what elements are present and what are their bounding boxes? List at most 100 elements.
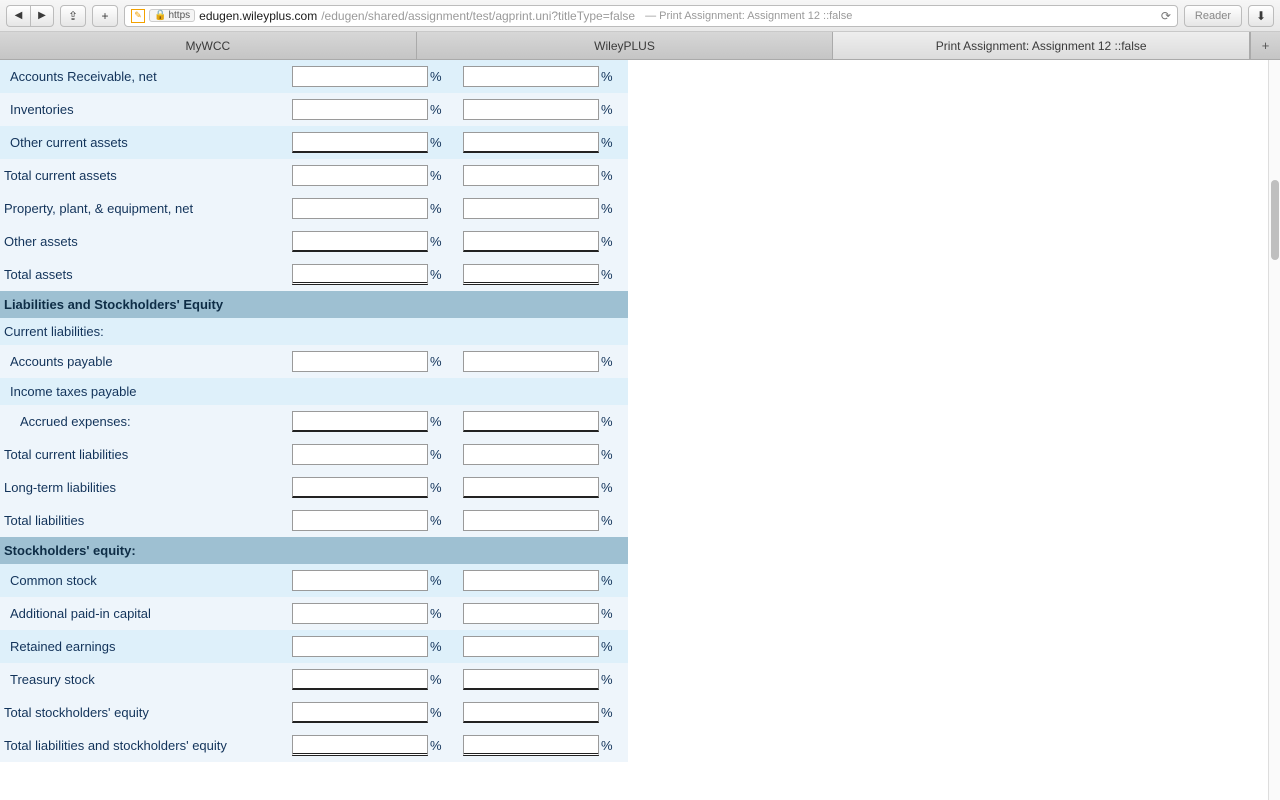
percent-input[interactable] [292,444,428,465]
section-header-equity: Stockholders' equity: [0,537,628,564]
percent-input[interactable] [292,165,428,186]
favicon: ✎ [131,9,145,23]
add-bookmark-button[interactable]: + [92,5,118,27]
percent-input[interactable] [463,669,599,690]
percent-input[interactable] [292,99,428,120]
percent-sign: % [601,69,613,84]
percent-input[interactable] [292,132,428,153]
percent-sign: % [601,102,613,117]
percent-input[interactable] [292,636,428,657]
table-row: Accounts Receivable, net % % [0,60,628,93]
percent-input[interactable] [463,198,599,219]
page-viewport: Accounts Receivable, net % % Inventories… [0,60,1280,800]
back-button[interactable]: ◀ [6,5,30,27]
percent-input[interactable] [463,66,599,87]
percent-input[interactable] [463,351,599,372]
percent-input[interactable] [292,351,428,372]
percent-input[interactable] [292,411,428,432]
table-row: Accounts payable % % [0,345,628,378]
percent-input[interactable] [463,570,599,591]
tab-label: MyWCC [186,39,231,53]
percent-sign: % [430,234,442,249]
row-label: Other assets [0,225,286,258]
percent-sign: % [601,606,613,621]
percent-input[interactable] [463,411,599,432]
new-tab-button[interactable]: + [1250,32,1280,59]
balance-sheet-table: Accounts Receivable, net % % Inventories… [0,60,628,800]
percent-input[interactable] [463,165,599,186]
row-label: Retained earnings [0,630,286,663]
percent-input[interactable] [463,702,599,723]
download-icon: ⬇ [1256,9,1266,23]
scrollbar[interactable] [1268,60,1280,800]
plus-icon: + [1262,38,1270,53]
row-label: Accrued expenses: [0,405,286,438]
subheader-current-liabilities: Current liabilities: [0,318,628,345]
table-row: Long-term liabilities % % [0,471,628,504]
percent-sign: % [430,69,442,84]
percent-input[interactable] [463,99,599,120]
percent-sign: % [430,201,442,216]
percent-input[interactable] [463,636,599,657]
percent-input[interactable] [292,198,428,219]
percent-input[interactable] [463,444,599,465]
percent-sign: % [601,738,613,753]
percent-input[interactable] [463,132,599,153]
percent-sign: % [430,354,442,369]
https-label: https [168,10,190,21]
table-row: Inventories % % [0,93,628,126]
chevron-right-icon: ▶ [38,10,46,21]
tab-label: WileyPLUS [594,39,655,53]
forward-button[interactable]: ▶ [30,5,54,27]
percent-input[interactable] [463,735,599,756]
percent-sign: % [430,738,442,753]
section-header-liabilities: Liabilities and Stockholders' Equity [0,291,628,318]
percent-input[interactable] [292,231,428,252]
table-row: Treasury stock % % [0,663,628,696]
percent-sign: % [601,354,613,369]
address-bar[interactable]: ✎ 🔒 https edugen.wileyplus.com /edugen/s… [124,5,1178,27]
percent-sign: % [430,606,442,621]
percent-input[interactable] [292,735,428,756]
percent-sign: % [430,414,442,429]
percent-input[interactable] [463,510,599,531]
reader-button[interactable]: Reader [1184,5,1242,27]
table-row: Total current assets % % [0,159,628,192]
percent-sign: % [601,135,613,150]
percent-sign: % [430,705,442,720]
percent-sign: % [430,480,442,495]
percent-input[interactable] [292,477,428,498]
row-label: Accounts payable [0,345,286,378]
tab-wileyplus[interactable]: WileyPLUS [417,32,834,59]
tab-print-assignment[interactable]: Print Assignment: Assignment 12 ::false [833,32,1250,59]
percent-input[interactable] [463,603,599,624]
percent-sign: % [601,267,613,282]
row-label: Long-term liabilities [0,471,286,504]
percent-input[interactable] [292,510,428,531]
row-label: Additional paid-in capital [0,597,286,630]
nav-buttons: ◀ ▶ [6,5,54,27]
reload-button[interactable]: ⟳ [1161,9,1171,23]
percent-input[interactable] [292,570,428,591]
lock-icon: 🔒 [154,10,166,21]
percent-sign: % [601,513,613,528]
url-path: /edugen/shared/assignment/test/agprint.u… [321,9,635,23]
scrollbar-thumb[interactable] [1271,180,1279,260]
row-label: Property, plant, & equipment, net [0,192,286,225]
percent-input[interactable] [292,66,428,87]
tab-mywcc[interactable]: MyWCC [0,32,417,59]
share-button[interactable]: ⇪ [60,5,86,27]
table-row: Retained earnings % % [0,630,628,663]
percent-sign: % [601,639,613,654]
percent-input[interactable] [292,702,428,723]
table-row: Other assets % % [0,225,628,258]
percent-input[interactable] [292,669,428,690]
row-label: Total liabilities and stockholders' equi… [0,729,286,762]
percent-input[interactable] [463,477,599,498]
percent-input[interactable] [292,264,428,285]
downloads-button[interactable]: ⬇ [1248,5,1274,27]
percent-input[interactable] [463,264,599,285]
plus-icon: + [101,9,108,23]
percent-input[interactable] [292,603,428,624]
percent-input[interactable] [463,231,599,252]
